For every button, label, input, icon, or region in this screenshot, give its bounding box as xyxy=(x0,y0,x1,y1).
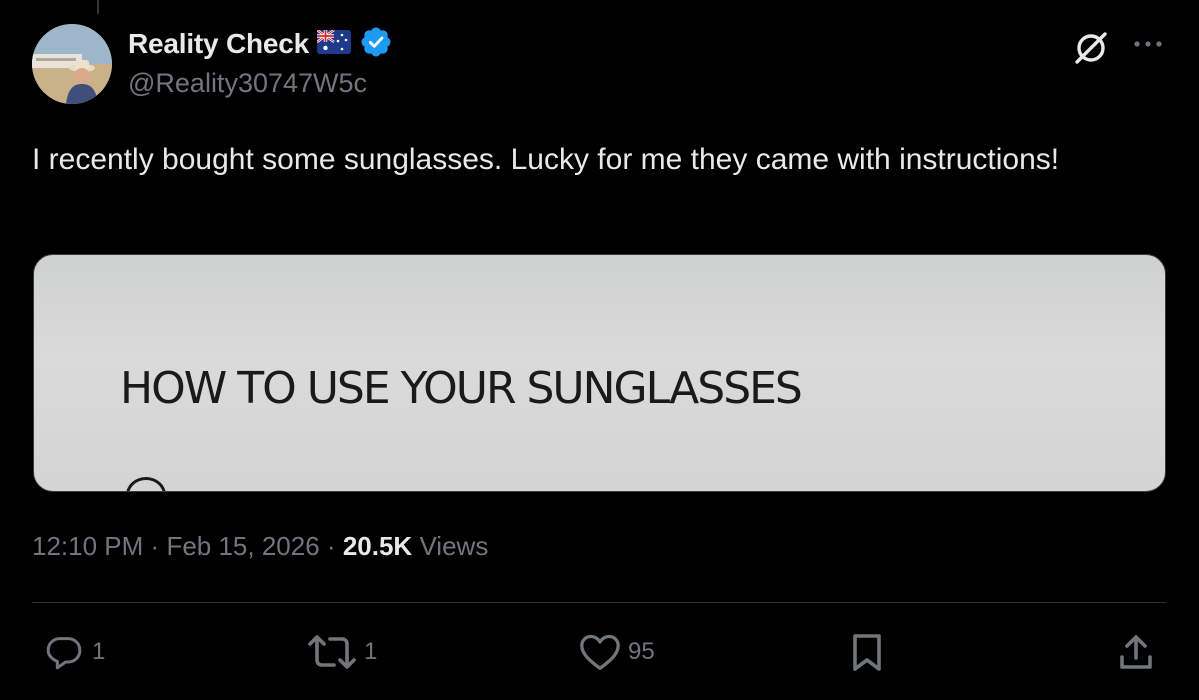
tweet-text: I recently bought some sunglasses. Lucky… xyxy=(32,143,1060,176)
repost-icon xyxy=(306,632,358,672)
share-button[interactable] xyxy=(1118,632,1154,672)
more-options-icon[interactable] xyxy=(1130,32,1166,61)
bookmark-button[interactable] xyxy=(850,632,884,672)
verified-badge-icon[interactable] xyxy=(359,25,393,64)
author-display-name[interactable]: Reality Check xyxy=(128,28,309,60)
avatar-image xyxy=(32,24,112,104)
heart-icon xyxy=(578,632,622,672)
reply-button[interactable]: 1 xyxy=(42,632,105,672)
australia-flag-icon xyxy=(316,28,352,59)
repost-button[interactable]: 1 xyxy=(306,632,377,672)
avatar[interactable] xyxy=(32,24,112,104)
tweet-date[interactable]: Feb 15, 2026 xyxy=(166,531,319,561)
thread-connector-line xyxy=(97,0,99,14)
views-count: 20.5K xyxy=(342,531,413,561)
grok-icon[interactable] xyxy=(1069,26,1113,75)
repost-count: 1 xyxy=(364,638,378,665)
media-image-partial-symbol xyxy=(126,477,166,491)
views-label: Views xyxy=(419,531,489,561)
meta-separator: · xyxy=(326,531,336,561)
divider xyxy=(32,602,1166,603)
tweet-time[interactable]: 12:10 PM xyxy=(32,531,143,561)
media-image-caption: HOW TO USE YOUR SUNGLASSES xyxy=(120,363,803,414)
reply-count: 1 xyxy=(92,638,106,665)
author-name-row: Reality Check xyxy=(128,26,393,62)
bookmark-icon xyxy=(850,632,884,672)
tweet-meta: 12:10 PM · Feb 15, 2026 · 20.5K Views xyxy=(32,531,488,562)
tweet-media-image[interactable]: HOW TO USE YOUR SUNGLASSES xyxy=(33,254,1166,492)
author-handle[interactable]: @Reality30747W5c xyxy=(128,68,367,99)
reply-icon xyxy=(42,632,86,672)
share-icon xyxy=(1118,632,1154,672)
like-count: 95 xyxy=(628,638,655,665)
meta-separator: · xyxy=(150,531,160,561)
like-button[interactable]: 95 xyxy=(578,632,655,672)
